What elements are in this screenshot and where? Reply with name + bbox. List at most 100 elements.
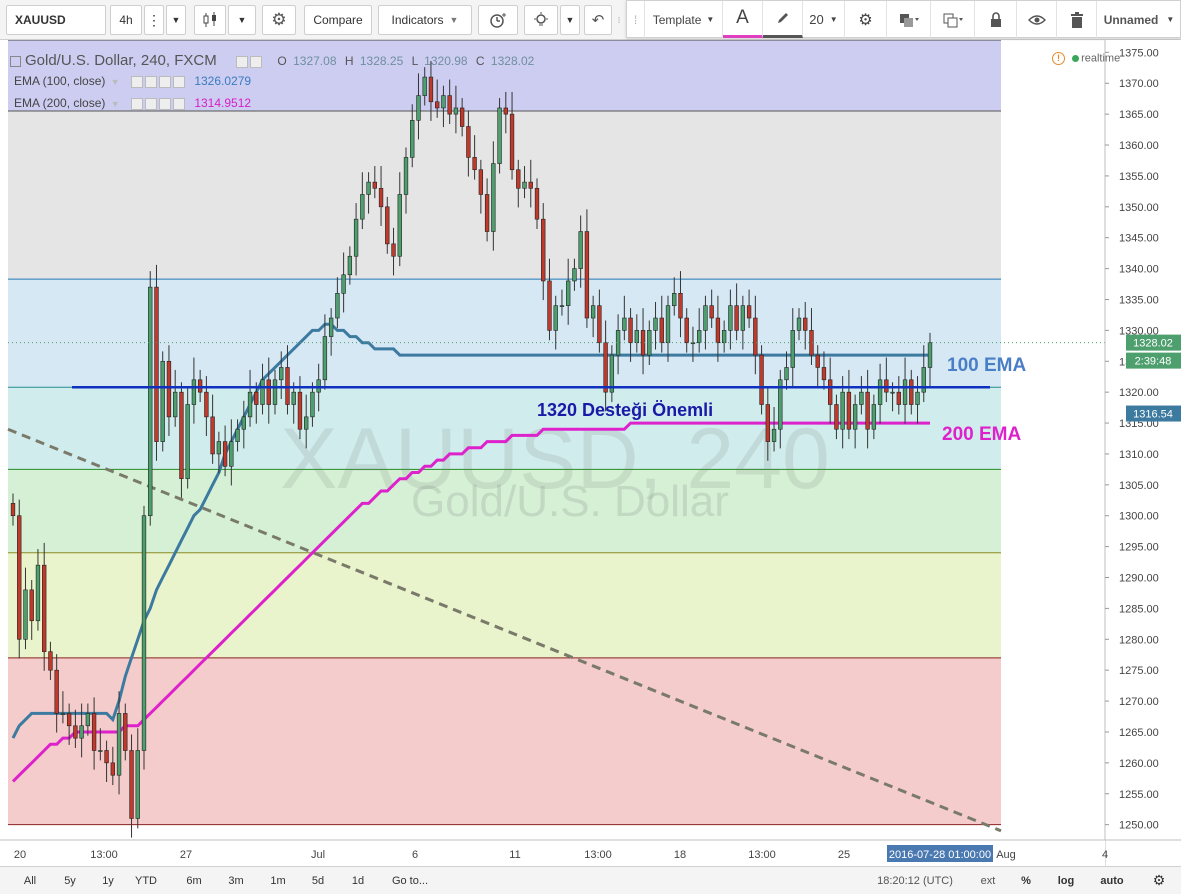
ema200-settings-icons[interactable] — [130, 96, 187, 110]
template-button[interactable]: Template ▼ — [645, 1, 723, 38]
trash-icon[interactable] — [1057, 1, 1097, 38]
time-tick-label: 18 — [674, 849, 686, 861]
ema200-annotation[interactable]: 200 EMA — [942, 424, 1021, 445]
candle[interactable] — [160, 351, 165, 452]
font-size-selector[interactable]: 20 ▼ — [803, 1, 845, 38]
drag-handle-icon[interactable]: ⁝ — [614, 5, 624, 35]
template-dropdown-icon: ▼ — [706, 15, 715, 24]
ohlc-o-value: 1327.08 — [293, 54, 337, 68]
range-button-1y[interactable]: 1y — [92, 867, 124, 894]
crosshair-time-label: 2016-07-28 01:00:00 — [887, 845, 993, 862]
undo-icon[interactable]: ↶ — [584, 5, 612, 35]
range-button-5d[interactable]: 5d — [302, 867, 334, 894]
compare-button[interactable]: Compare — [304, 5, 372, 35]
drag-grip-icon[interactable]: ⁞ — [627, 1, 645, 38]
range-button-1m[interactable]: 1m — [262, 867, 294, 894]
goto-label: Go to... — [391, 874, 429, 887]
candle[interactable] — [141, 505, 147, 770]
status-dot-icon — [1072, 55, 1080, 62]
ohlc-o-label: O — [277, 54, 287, 68]
ema200-price-badge: 1316.54 — [1126, 405, 1181, 422]
candle[interactable] — [759, 345, 764, 415]
price-tick-label: 1265.00 — [1119, 727, 1159, 739]
time-tick-label: 6 — [412, 849, 418, 861]
layout-name-button[interactable]: Unnamed ▼ — [1097, 1, 1181, 38]
settings-gear-icon[interactable]: ⚙ — [262, 5, 296, 35]
price-tick-label: 1375.00 — [1119, 47, 1159, 59]
price-tick-label: 1260.00 — [1119, 758, 1159, 770]
ema200-legend-value: 1314.9512 — [194, 96, 252, 110]
time-tick-label: 25 — [838, 849, 850, 861]
fib-band — [8, 657, 1001, 825]
bring-front-icon[interactable] — [887, 1, 931, 38]
auto-toggle[interactable]: auto — [1090, 867, 1134, 894]
clock-text: 18:20:12 (UTC) — [877, 874, 953, 887]
price-tick-label: 1310.00 — [1119, 449, 1159, 461]
ohlc-h-label: H — [344, 54, 354, 68]
ema100-legend[interactable]: EMA (100, close) ▼ 1326.0279 — [14, 74, 251, 88]
svg-text:1316.54: 1316.54 — [1133, 409, 1173, 421]
gear-icon[interactable]: ⚙ — [845, 1, 887, 38]
log-toggle[interactable]: log — [1048, 867, 1084, 894]
price-tick-label: 1255.00 — [1119, 789, 1159, 801]
ohlc-c-label: C — [475, 54, 485, 68]
bulb-dropdown-icon[interactable]: ▼ — [560, 5, 580, 35]
lock-icon[interactable] — [975, 1, 1017, 38]
candles-style-icon[interactable] — [194, 5, 226, 35]
ext-toggle[interactable]: ext — [970, 867, 1006, 894]
ema200-legend[interactable]: EMA (200, close) ▼ 1314.9512 — [14, 96, 251, 110]
range-button-ytd[interactable]: YTD — [130, 867, 162, 894]
chart-style-dropdown-icon[interactable]: ▼ — [228, 5, 256, 35]
price-tick-label: 1250.00 — [1119, 820, 1159, 832]
realtime-label: realtime — [1081, 52, 1121, 65]
font-size-dropdown-icon: ▼ — [829, 15, 838, 24]
range-button-all[interactable]: All — [14, 867, 46, 894]
ema100-annotation[interactable]: 100 EMA — [947, 355, 1026, 376]
svg-text:1328.02: 1328.02 — [1133, 338, 1173, 350]
price-tick-label: 1270.00 — [1119, 696, 1159, 708]
countdown-badge: 2:39:48 — [1126, 352, 1181, 369]
price-tick-label: 1275.00 — [1119, 665, 1159, 677]
range-button-3m[interactable]: 3m — [220, 867, 252, 894]
range-button-6m[interactable]: 6m — [178, 867, 210, 894]
alert-clock-icon[interactable] — [478, 5, 518, 35]
indicators-button[interactable]: Indicators ▼ — [378, 5, 472, 35]
ema200-dropdown-icon[interactable]: ▼ — [111, 99, 120, 109]
realtime-indicator[interactable]: ! realtime — [1052, 52, 1120, 65]
chart-area[interactable]: XAUUSD, 240 Gold/U.S. Dollar 1250.00 1255… — [0, 40, 1181, 866]
more-menu-icon[interactable]: ⋮ — [144, 5, 164, 35]
pencil-icon[interactable] — [763, 1, 803, 38]
text-color-button[interactable]: A — [723, 1, 763, 38]
price-tick-label: 1350.00 — [1119, 202, 1159, 214]
eye-icon[interactable] — [1017, 1, 1057, 38]
symbol-search-input[interactable]: XAUUSD — [6, 5, 106, 35]
candle[interactable] — [148, 271, 153, 526]
price-tick-label: 1370.00 — [1119, 78, 1159, 90]
candle[interactable] — [497, 98, 502, 174]
range-button-1d[interactable]: 1d — [342, 867, 374, 894]
ema100-dropdown-icon[interactable]: ▼ — [111, 77, 120, 87]
utc-clock[interactable]: 18:20:12 (UTC) — [870, 867, 960, 894]
ohlc-l-label: L — [411, 54, 418, 68]
price-tick-label: 1335.00 — [1119, 294, 1159, 306]
legend-settings-icons[interactable] — [236, 54, 264, 68]
candle[interactable] — [17, 499, 22, 659]
template-label: Template — [652, 12, 702, 27]
price-tick-label: 1340.00 — [1119, 264, 1159, 276]
range-button-5y[interactable]: 5y — [54, 867, 86, 894]
interval-text: 4h — [119, 13, 133, 27]
percent-toggle[interactable]: % — [1010, 867, 1042, 894]
interval-selector[interactable]: 4h — [110, 5, 142, 35]
interval-dropdown-icon[interactable]: ▼ — [166, 5, 186, 35]
log-label: log — [1057, 874, 1075, 887]
collapse-icon[interactable] — [10, 56, 21, 68]
ohlc-h-value: 1328.25 — [359, 54, 404, 68]
goto-button[interactable]: Go to... — [380, 867, 440, 894]
gear-icon[interactable]: ⚙ — [1145, 867, 1173, 894]
support-annotation[interactable]: 1320 Desteği Önemli — [537, 400, 713, 420]
ema100-settings-icons[interactable] — [130, 74, 187, 88]
candle[interactable] — [154, 264, 159, 461]
bulb-icon[interactable] — [524, 5, 558, 35]
send-back-icon[interactable] — [931, 1, 975, 38]
price-chart[interactable]: XAUUSD, 240 Gold/U.S. Dollar 1250.001255… — [0, 40, 1181, 866]
